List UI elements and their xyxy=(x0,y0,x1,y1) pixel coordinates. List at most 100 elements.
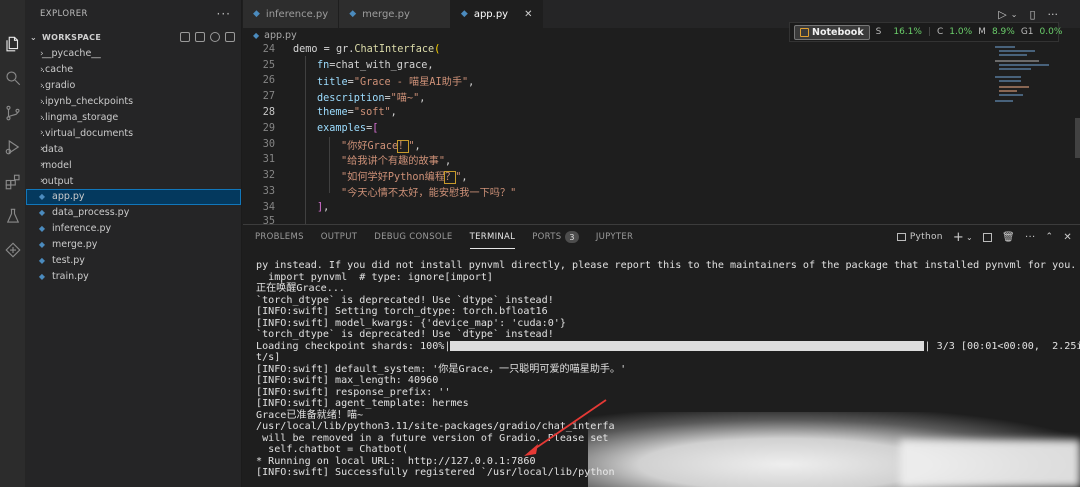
token: fn xyxy=(317,59,330,71)
code-line: 24 demo = gr.ChatInterface( xyxy=(243,42,441,57)
split-editor-icon[interactable]: ▯ xyxy=(1029,8,1035,21)
tree-folder[interactable]: › .ipynb_checkpoints xyxy=(26,94,241,110)
token: , xyxy=(323,201,330,213)
more-actions-icon[interactable]: ··· xyxy=(217,7,231,21)
terminal-line: [INFO:swift] Setting torch_dtype: torch.… xyxy=(256,306,548,317)
trash-icon[interactable]: 🗑 xyxy=(1002,232,1015,243)
tree-folder[interactable]: › model xyxy=(26,157,241,173)
line-number: 30 xyxy=(262,138,275,150)
code-line: 29 examples=[ xyxy=(243,121,379,136)
tab-label: PORTS xyxy=(532,232,562,242)
python-file-icon: ◆ xyxy=(253,9,260,19)
extensions-icon[interactable] xyxy=(3,172,23,192)
token: , xyxy=(468,77,475,89)
new-file-icon[interactable] xyxy=(180,32,190,42)
token: "你好Grace xyxy=(341,140,399,152)
terminal-line: [INFO:swift] agent_template: hermes xyxy=(256,398,469,409)
chevron-down-icon[interactable]: ⌄ xyxy=(966,233,973,242)
token: ChatInterface xyxy=(354,43,435,55)
tree-folder[interactable]: › __pycache__ xyxy=(26,46,241,62)
new-terminal-icon[interactable]: + xyxy=(953,230,964,245)
tab-jupyter[interactable]: JUPYTER xyxy=(596,225,633,249)
explorer-sidebar: EXPLORER ··· ⌄ WORKSPACE › __pycache__ › .c… xyxy=(26,0,242,487)
token: "喵~" xyxy=(390,93,420,105)
tree-folder[interactable]: › .virtual_documents xyxy=(26,125,241,141)
tree-file[interactable]: ◆ app.py xyxy=(26,189,241,205)
chevron-up-icon[interactable]: ⌃ xyxy=(1045,232,1053,242)
breadcrumb: ◆ app.py xyxy=(243,28,297,42)
code-editor[interactable]: 24 demo = gr.ChatInterface( 25 fn=chat_w… xyxy=(243,42,1080,224)
line-number: 24 xyxy=(262,43,275,55)
tree-item-label: .ipynb_checkpoints xyxy=(42,96,134,108)
source-control-icon[interactable] xyxy=(3,103,23,123)
stat-m-value: 8.9% xyxy=(991,27,1015,37)
remote-icon[interactable] xyxy=(3,240,23,260)
search-icon[interactable] xyxy=(3,68,23,88)
tree-item-label: .virtual_documents xyxy=(42,127,134,139)
tree-folder[interactable]: › .gradio xyxy=(26,78,241,94)
terminal-line: [INFO:swift] model_kwargs: {'device_map'… xyxy=(256,317,566,329)
token: title xyxy=(317,77,348,89)
tab-debug-console[interactable]: DEBUG CONSOLE xyxy=(374,225,452,249)
notebook-button[interactable]: Notebook xyxy=(794,24,870,40)
python-file-icon: ◆ xyxy=(253,30,260,40)
tree-file[interactable]: ◆ test.py xyxy=(26,253,241,269)
code-line: 25 fn=chat_with_grace, xyxy=(243,58,434,73)
token: , xyxy=(419,93,426,105)
token: , xyxy=(444,156,452,168)
tree-file[interactable]: ◆ train.py xyxy=(26,268,241,284)
workspace-label: WORKSPACE xyxy=(42,32,102,42)
run-debug-icon[interactable] xyxy=(3,137,23,157)
line-number: 29 xyxy=(262,122,275,134)
chevron-down-icon[interactable]: ⌄ xyxy=(1011,10,1018,19)
tree-item-label: model xyxy=(42,159,72,171)
tab-output[interactable]: OUTPUT xyxy=(321,225,357,249)
token: , xyxy=(414,140,421,152)
testing-icon[interactable] xyxy=(3,206,23,226)
tab-ports[interactable]: PORTS 3 xyxy=(532,225,579,249)
collapse-all-icon[interactable] xyxy=(225,32,235,42)
python-file-icon: ◆ xyxy=(38,240,46,250)
tab-problems[interactable]: PROBLEMS xyxy=(255,225,304,249)
tab-app[interactable]: ◆ app.py ✕ xyxy=(450,0,544,28)
split-terminal-icon[interactable] xyxy=(983,232,993,242)
workspace-section[interactable]: ⌄ WORKSPACE xyxy=(26,28,241,46)
tab-inference[interactable]: ◆ inference.py xyxy=(243,0,340,28)
tab-merge[interactable]: ◆ merge.py xyxy=(339,0,451,28)
minimap[interactable] xyxy=(995,42,1065,112)
progress-tail: | 3/3 [00:01<00:00, 2.25i xyxy=(924,340,1080,352)
more-actions-icon[interactable]: ··· xyxy=(1048,8,1059,21)
token: "今天心情不太好，能安慰我一下吗？" xyxy=(341,187,517,199)
python-file-icon: ◆ xyxy=(38,208,46,218)
terminal-line: `torch_dtype` is deprecated! Use `dtype`… xyxy=(256,329,554,340)
editor-scrollbar[interactable] xyxy=(1075,118,1080,158)
tree-item-label: .cache xyxy=(42,64,74,76)
tree-folder[interactable]: › .cache xyxy=(26,62,241,78)
breadcrumb-file[interactable]: app.py xyxy=(264,30,297,41)
terminal-selector[interactable]: Python xyxy=(896,232,943,242)
explorer-icon[interactable] xyxy=(3,34,23,54)
tree-file[interactable]: ◆ data_process.py xyxy=(26,205,241,221)
tree-folder[interactable]: › .lingma_storage xyxy=(26,110,241,126)
new-folder-icon[interactable] xyxy=(195,32,205,42)
tab-terminal[interactable]: TERMINAL xyxy=(469,225,516,249)
run-icon[interactable]: ▷ xyxy=(998,8,1006,21)
highlighted-char: ？ xyxy=(444,171,457,185)
token: = xyxy=(317,43,336,55)
tree-file[interactable]: ◆ merge.py xyxy=(26,237,241,253)
tree-folder[interactable]: › data xyxy=(26,141,241,157)
progress-label: Loading checkpoint shards: 100%| xyxy=(256,340,451,352)
refresh-icon[interactable] xyxy=(210,32,220,42)
notebook-icon xyxy=(800,27,809,37)
terminal-icon xyxy=(896,233,906,241)
close-icon[interactable]: ✕ xyxy=(524,9,532,20)
tree-file[interactable]: ◆ inference.py xyxy=(26,221,241,237)
tree-folder[interactable]: › output xyxy=(26,173,241,189)
tab-label: merge.py xyxy=(362,8,410,20)
progress-bar xyxy=(450,340,925,351)
code-line: 33 "今天心情不太好，能安慰我一下吗？" xyxy=(243,184,517,199)
token: "给我讲个有趣的故事" xyxy=(341,156,445,168)
more-actions-icon[interactable]: ··· xyxy=(1025,232,1035,243)
chevron-right-icon: › xyxy=(40,128,44,139)
close-icon[interactable]: ✕ xyxy=(1063,232,1072,243)
